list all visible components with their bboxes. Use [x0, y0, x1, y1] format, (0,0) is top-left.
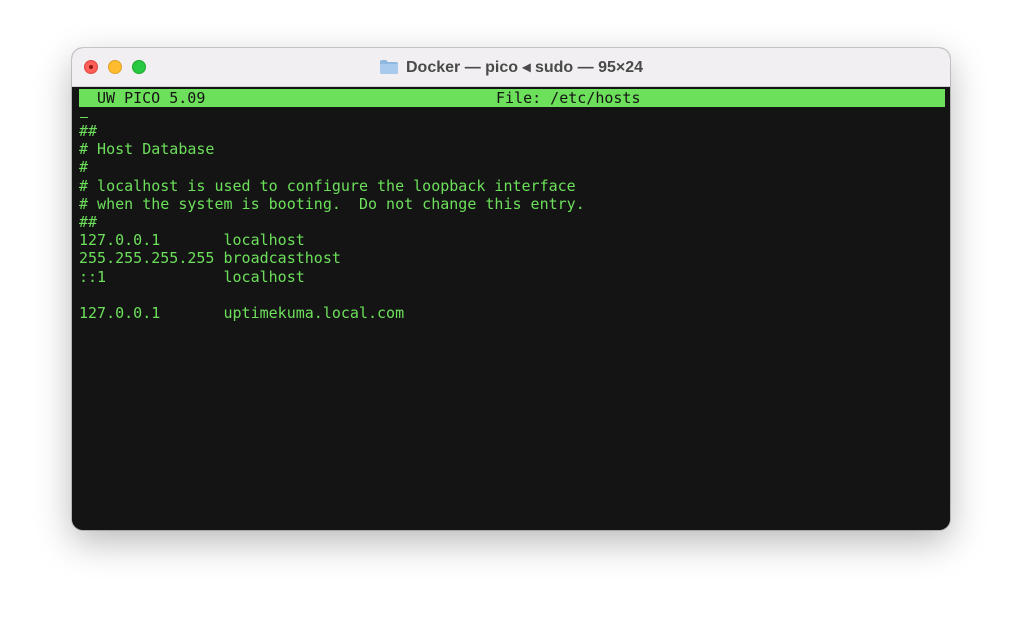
file-line[interactable]: [79, 286, 585, 304]
terminal-area[interactable]: UW PICO 5.09 File: /etc/hosts ## # Host D…: [72, 87, 950, 530]
editor-file-name: File: /etc/hosts: [496, 89, 641, 107]
window-title-group: Docker — pico ◂ sudo — 95×24: [72, 48, 950, 86]
file-line[interactable]: 127.0.0.1 localhost: [79, 231, 585, 249]
file-line[interactable]: 255.255.255.255 broadcasthost: [79, 249, 585, 267]
file-line[interactable]: # Host Database: [79, 140, 585, 158]
file-line[interactable]: ##: [79, 122, 585, 140]
pico-header-bar: UW PICO 5.09 File: /etc/hosts: [79, 89, 945, 107]
text-cursor: [80, 117, 88, 118]
file-line[interactable]: #: [79, 158, 585, 176]
file-line[interactable]: # localhost is used to configure the loo…: [79, 177, 585, 195]
file-line[interactable]: 127.0.0.1 uptimekuma.local.com: [79, 304, 585, 322]
file-line[interactable]: ##: [79, 213, 585, 231]
terminal-window: Docker — pico ◂ sudo — 95×24 UW PICO 5.0…: [72, 48, 950, 530]
file-content[interactable]: ## # Host Database # # localhost is used to…: [79, 122, 585, 322]
folder-icon: [379, 59, 399, 75]
editor-app-name: UW PICO 5.09: [97, 89, 206, 107]
title-bar[interactable]: Docker — pico ◂ sudo — 95×24: [72, 48, 950, 87]
file-line[interactable]: ::1 localhost: [79, 268, 585, 286]
file-line[interactable]: # when the system is booting. Do not cha…: [79, 195, 585, 213]
window-title: Docker — pico ◂ sudo — 95×24: [406, 59, 643, 76]
